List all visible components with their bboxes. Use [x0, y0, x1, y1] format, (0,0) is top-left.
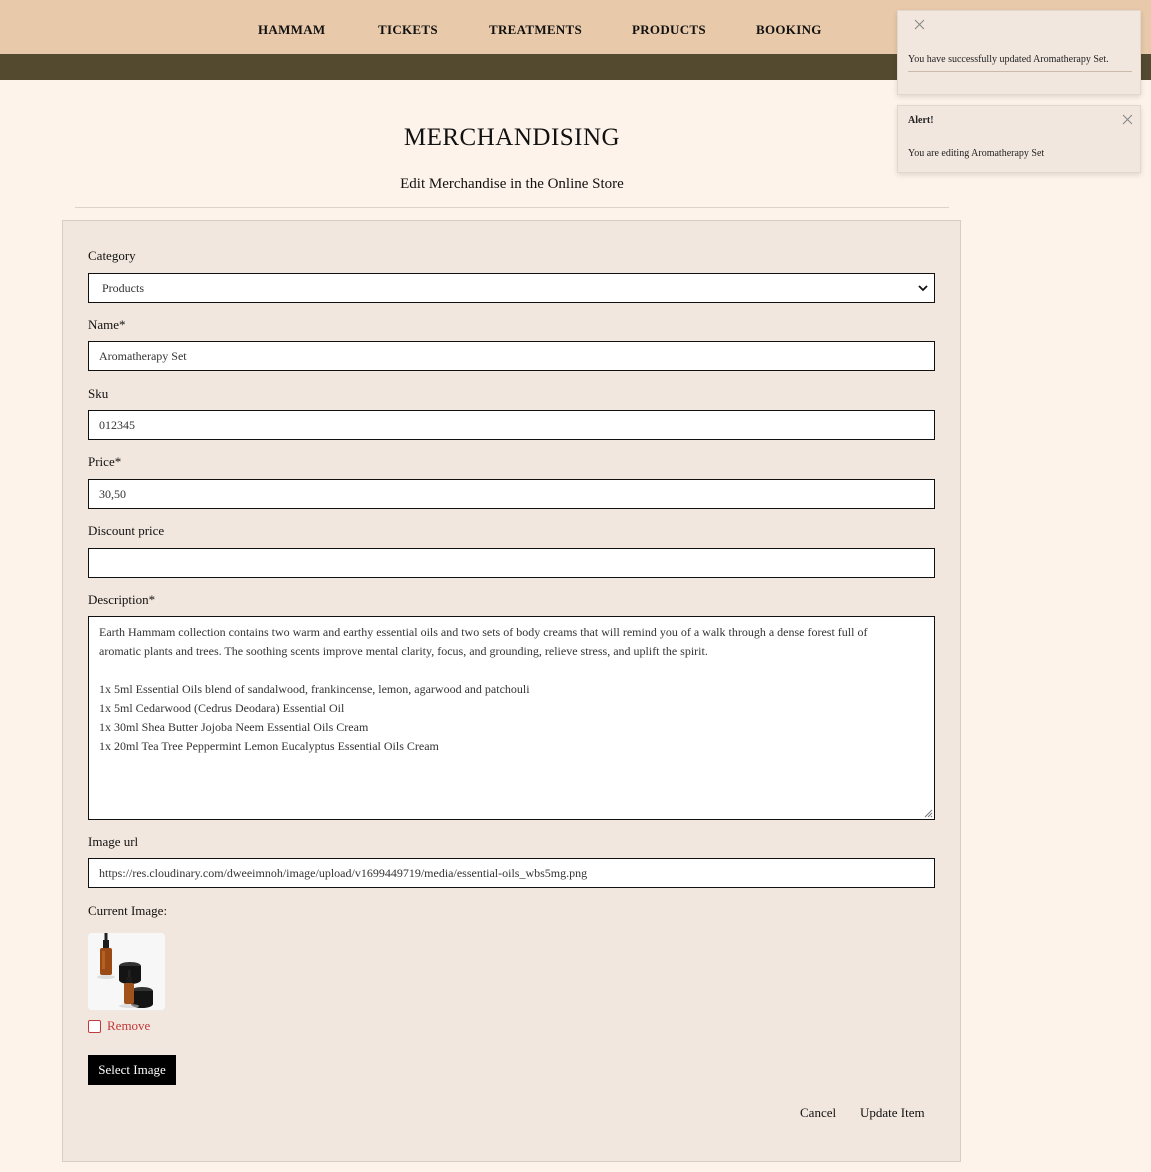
category-select[interactable]: Products — [88, 273, 935, 303]
description-label: Description* — [88, 592, 156, 607]
page-subtitle: Edit Merchandise in the Online Store — [400, 176, 624, 192]
price-input[interactable]: 30,50 — [88, 479, 935, 509]
nav-item-hammam[interactable]: HAMMAM — [258, 22, 326, 38]
name-label: Name* — [88, 317, 126, 332]
page-title: MERCHANDISING — [403, 124, 621, 151]
cancel-button[interactable]: Cancel — [800, 1105, 836, 1121]
success-toast-message: You have successfully updated Aromathera… — [908, 54, 1109, 65]
nav-item-tickets[interactable]: TICKETS — [378, 22, 438, 38]
description-line — [99, 661, 924, 680]
alert-toast-message: You are editing Aromatherapy Set — [908, 148, 1045, 159]
description-line: 1x 5ml Essential Oils blend of sandalwoo… — [99, 682, 530, 696]
price-label: Price* — [88, 454, 122, 469]
success-toast: You have successfully updated Aromathera… — [897, 10, 1141, 95]
discount-price-label: Discount price — [88, 523, 165, 538]
select-image-button[interactable]: Select Image — [88, 1055, 176, 1085]
header-divider — [75, 207, 949, 208]
current-image-label: Current Image: — [88, 903, 168, 918]
nav-item-products[interactable]: PRODUCTS — [632, 22, 706, 38]
sku-label: Sku — [88, 386, 109, 401]
nav-item-treatments[interactable]: TREATMENTS — [489, 22, 582, 38]
alert-toast: Alert! You are editing Aromatherapy Set — [897, 105, 1141, 173]
close-icon[interactable] — [914, 19, 925, 30]
image-url-input[interactable]: https://res.cloudinary.com/dweeimnoh/ima… — [88, 858, 935, 888]
alert-toast-title: Alert! — [908, 115, 934, 126]
category-label: Category — [88, 248, 136, 263]
remove-image-checkbox[interactable] — [88, 1020, 101, 1033]
description-line: 1x 30ml Shea Butter Jojoba Neem Essentia… — [99, 720, 369, 734]
image-url-label: Image url — [88, 834, 139, 849]
toast-underline — [908, 71, 1132, 72]
description-line: aromatic plants and trees. The soothing … — [99, 644, 708, 658]
sku-input[interactable]: 012345 — [88, 410, 935, 440]
remove-image-label[interactable]: Remove — [107, 1018, 150, 1034]
name-input[interactable]: Aromatherapy Set — [88, 341, 935, 371]
update-item-button[interactable]: Update Item — [860, 1105, 925, 1121]
description-line: Earth Hammam collection contains two war… — [99, 625, 868, 639]
nav-item-booking[interactable]: BOOKING — [756, 22, 822, 38]
category-selected-value: Products — [102, 281, 144, 295]
description-line: 1x 20ml Tea Tree Peppermint Lemon Eucaly… — [99, 739, 439, 753]
chevron-down-icon — [918, 285, 928, 292]
resize-grip-icon[interactable] — [923, 808, 933, 818]
close-icon[interactable] — [1122, 114, 1133, 125]
current-product-image — [88, 933, 165, 1010]
discount-price-input[interactable] — [88, 548, 935, 578]
description-line: 1x 5ml Cedarwood (Cedrus Deodara) Essent… — [99, 701, 345, 715]
description-textarea[interactable]: Earth Hammam collection contains two war… — [88, 616, 935, 820]
